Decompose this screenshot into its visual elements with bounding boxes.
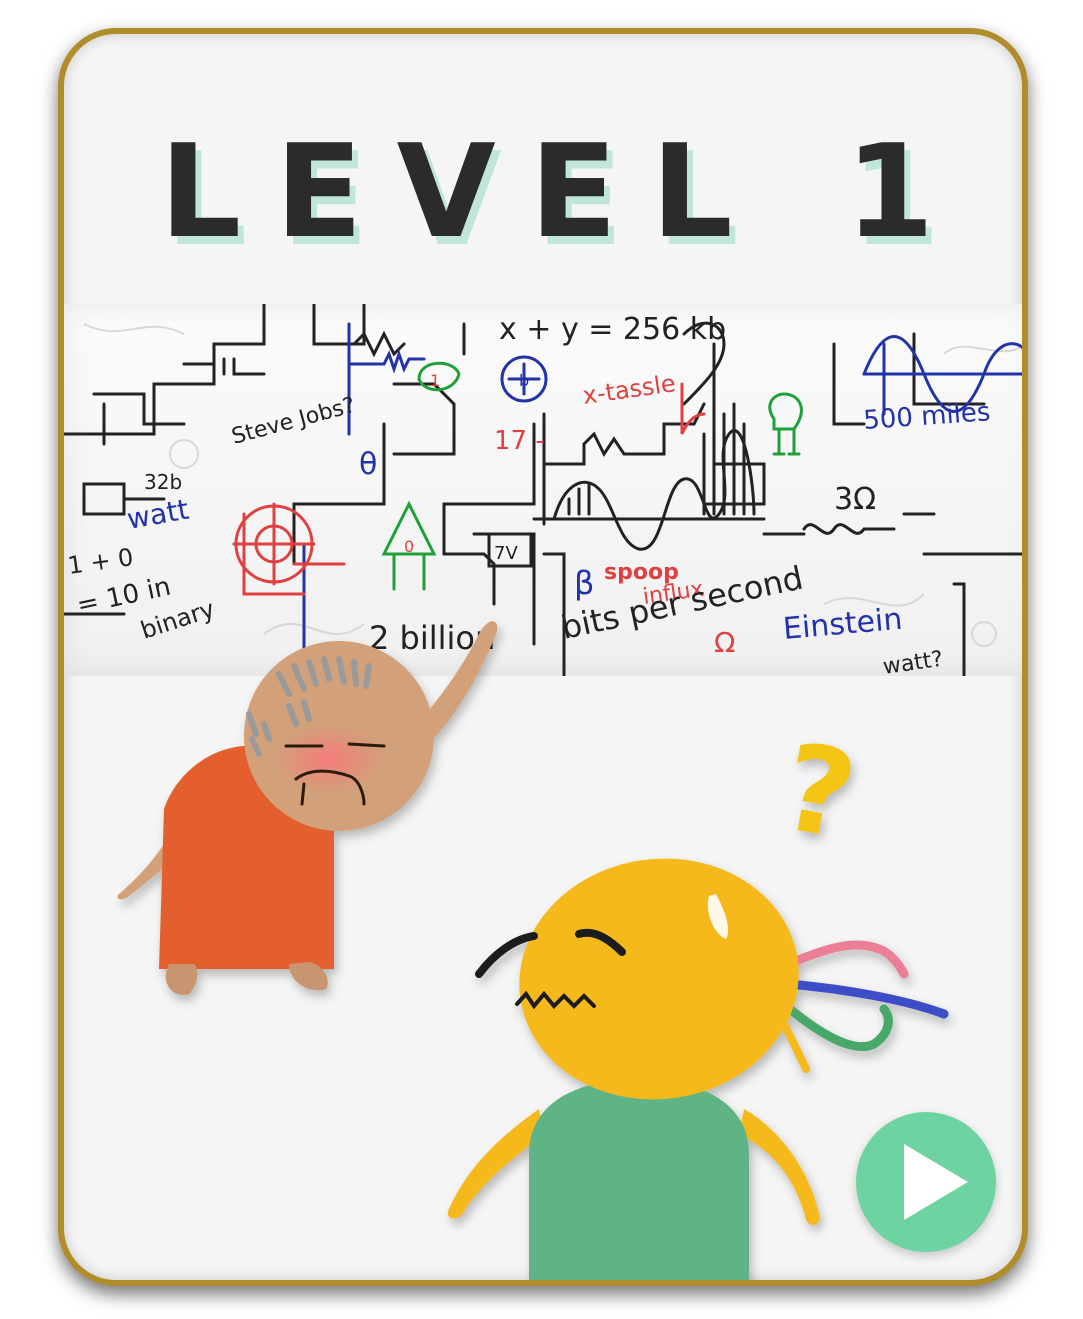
student-hair-blue — [784, 979, 949, 1019]
student-hair-pink — [784, 940, 909, 979]
teacher-blush — [274, 724, 384, 794]
play-icon — [904, 1144, 968, 1220]
student-head — [519, 858, 799, 1100]
characters-scene: ? — [117, 621, 949, 1280]
svg-text:?: ? — [773, 718, 866, 867]
teacher-foot-left — [165, 964, 198, 995]
level-card: LEVEL 1 x + y = 256 kb x-tassle Steve Jo… — [58, 28, 1028, 1286]
student-body — [529, 1079, 749, 1280]
student-arm-right — [739, 1109, 820, 1226]
student-hair-green — [779, 999, 893, 1052]
play-button[interactable] — [856, 1112, 996, 1252]
question-mark-icon: ? — [773, 718, 866, 867]
teacher-character — [117, 621, 498, 995]
